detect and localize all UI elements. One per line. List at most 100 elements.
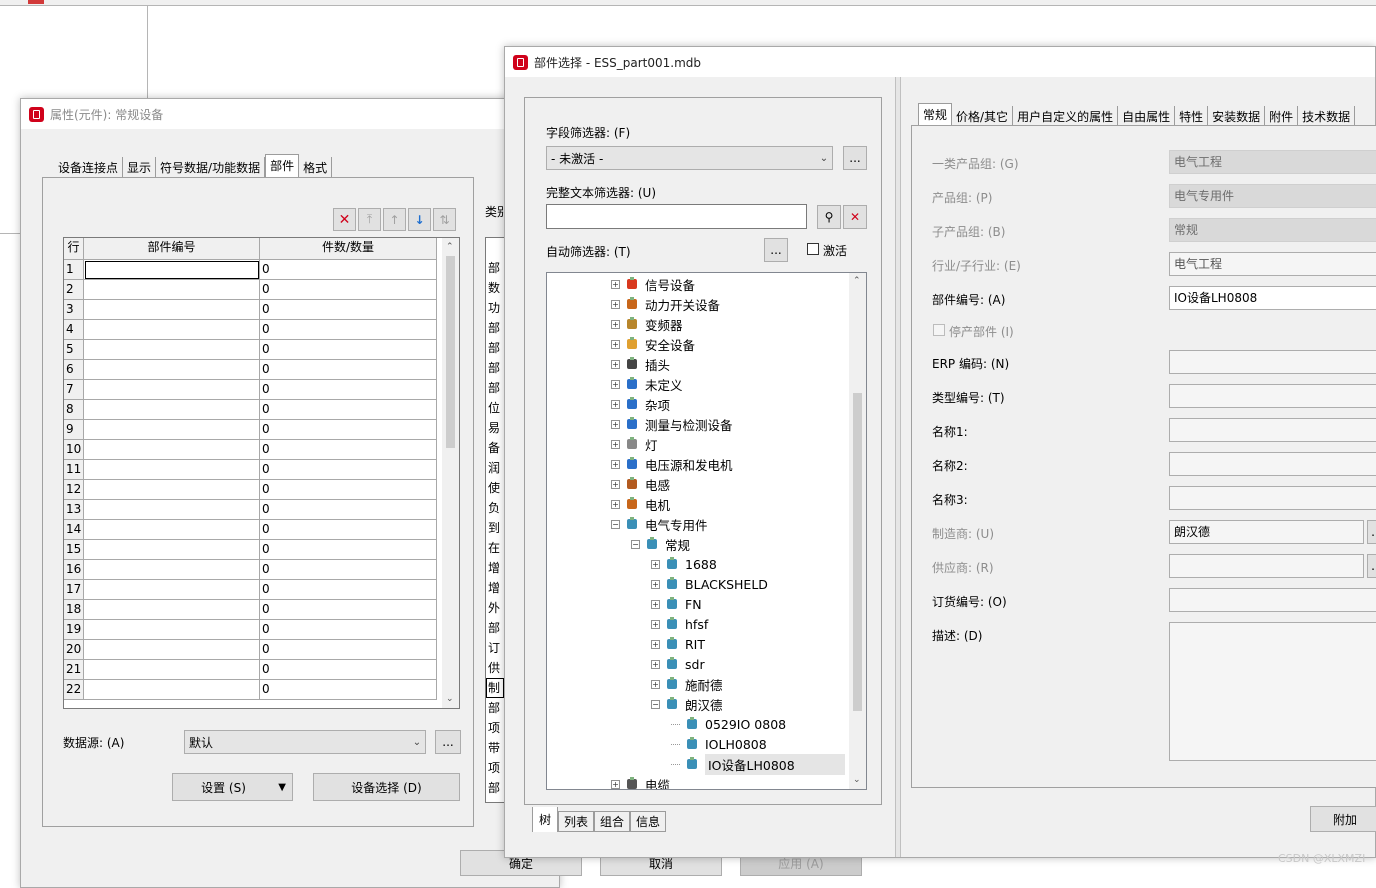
category-item[interactable]: 部 — [486, 698, 504, 718]
part-number-cell[interactable] — [84, 340, 260, 360]
column-header-part-number[interactable]: 部件编号 — [84, 238, 260, 260]
tab-device-connection[interactable]: 设备连接点 — [54, 157, 124, 178]
category-item[interactable]: 部 — [486, 618, 504, 638]
table-row[interactable]: 19 0 — [64, 620, 459, 640]
expand-icon[interactable]: + — [611, 459, 620, 469]
category-item[interactable]: 带 — [486, 738, 504, 758]
tree-node[interactable]: + FN — [651, 594, 702, 614]
tree-node[interactable]: + 安全设备 — [611, 334, 695, 354]
manufacturer-more-button[interactable]: . — [1367, 520, 1376, 544]
quantity-cell[interactable]: 0 — [260, 380, 437, 400]
quantity-cell[interactable]: 0 — [260, 320, 437, 340]
field-filter-select[interactable]: - 未激活 - ⌄ — [546, 146, 833, 170]
part-number-cell[interactable] — [84, 500, 260, 520]
name2-field[interactable] — [1169, 452, 1376, 476]
tree-node[interactable]: + RIT — [651, 634, 705, 654]
tree-scrollbar[interactable]: ⌃ ⌄ — [849, 273, 866, 789]
part-number-cell[interactable] — [84, 260, 260, 280]
tree-node[interactable]: + 施耐德 — [651, 674, 723, 694]
tree-node[interactable]: + 测量与检测设备 — [611, 414, 733, 434]
part-number-cell[interactable] — [84, 680, 260, 700]
tree-node[interactable]: + 信号设备 — [611, 274, 695, 294]
tab-technical-data[interactable]: 技术数据 — [1298, 106, 1356, 127]
part-number-cell[interactable] — [84, 360, 260, 380]
expand-icon[interactable]: + — [611, 439, 620, 449]
category-item[interactable]: 项 — [486, 718, 504, 738]
collapse-icon[interactable]: − — [651, 699, 660, 709]
category-item[interactable]: 订 — [486, 638, 504, 658]
quantity-cell[interactable]: 0 — [260, 580, 437, 600]
table-row[interactable]: 11 0 — [64, 460, 459, 480]
category-item[interactable]: 负 — [486, 498, 504, 518]
table-row[interactable]: 16 0 — [64, 560, 459, 580]
quantity-cell[interactable]: 0 — [260, 360, 437, 380]
sort-icon[interactable]: ⇅ — [433, 208, 456, 231]
expand-icon[interactable]: + — [611, 339, 620, 349]
expand-icon[interactable]: + — [611, 779, 620, 789]
tab-format[interactable]: 格式 — [299, 157, 333, 178]
tab-accessories[interactable]: 附件 — [1265, 106, 1299, 127]
tree-node[interactable]: + 插头 — [611, 354, 670, 374]
grid-scroll-thumb[interactable] — [446, 256, 455, 448]
expand-icon[interactable]: + — [651, 619, 660, 629]
grid-scrollbar[interactable]: ⌃ ⌄ — [442, 238, 459, 708]
category-item[interactable]: 部 — [486, 778, 504, 798]
expand-icon[interactable]: + — [651, 679, 660, 689]
device-select-button[interactable]: 设备选择 (D) — [313, 773, 460, 801]
table-row[interactable]: 14 0 — [64, 520, 459, 540]
category-item[interactable]: 部 — [486, 318, 504, 338]
expand-icon[interactable]: + — [651, 559, 660, 569]
erp-field[interactable] — [1169, 350, 1376, 374]
tree-node[interactable]: IO设备LH0808 — [671, 753, 845, 775]
tree-scroll-thumb[interactable] — [853, 393, 862, 711]
part-number-cell[interactable] — [84, 580, 260, 600]
table-row[interactable]: 10 0 — [64, 440, 459, 460]
table-row[interactable]: 17 0 — [64, 580, 459, 600]
part-number-cell[interactable] — [84, 280, 260, 300]
expand-icon[interactable]: + — [651, 659, 660, 669]
expand-icon[interactable]: + — [611, 399, 620, 409]
auto-filter-more-button[interactable]: ... — [764, 238, 788, 262]
tree-node[interactable]: + BLACKSHELD — [651, 574, 768, 594]
category-item[interactable]: 润 — [486, 458, 504, 478]
tree-node[interactable]: +1688 — [651, 554, 717, 574]
tree-node[interactable]: + hfsf — [651, 614, 708, 634]
category-item[interactable]: 增 — [486, 578, 504, 598]
tree-node[interactable]: + 变频器 — [611, 314, 683, 334]
collapse-icon[interactable]: − — [631, 539, 640, 549]
table-row[interactable]: 40 — [64, 320, 459, 340]
part-number-cell[interactable] — [84, 320, 260, 340]
tree-node[interactable]: + 电压源和发电机 — [611, 454, 733, 474]
table-row[interactable]: 22 0 — [64, 680, 459, 700]
tree-node[interactable]: + 未定义 — [611, 374, 683, 394]
tab-display[interactable]: 显示 — [123, 157, 157, 178]
discontinued-checkbox[interactable] — [933, 324, 945, 336]
part-number-field[interactable]: IO设备LH0808 — [1169, 286, 1376, 310]
part-number-cell[interactable] — [84, 620, 260, 640]
category-item[interactable]: 部 — [486, 378, 504, 398]
expand-icon[interactable]: + — [651, 579, 660, 589]
panel-splitter[interactable] — [895, 77, 901, 857]
part-number-cell[interactable] — [84, 300, 260, 320]
quantity-cell[interactable]: 0 — [260, 680, 437, 700]
tree-node[interactable]: − 常规 — [631, 534, 690, 554]
datasource-more-button[interactable]: ... — [435, 730, 461, 754]
expand-icon[interactable]: + — [611, 499, 620, 509]
quantity-cell[interactable]: 0 — [260, 540, 437, 560]
category-item[interactable]: 数 — [486, 278, 504, 298]
tree-node[interactable]: − 朗汉德 — [651, 694, 723, 714]
expand-icon[interactable]: + — [611, 479, 620, 489]
move-down-icon[interactable]: ↓ — [408, 208, 431, 231]
quantity-cell[interactable]: 0 — [260, 440, 437, 460]
collapse-icon[interactable]: − — [611, 519, 620, 529]
tab-free-properties[interactable]: 自由属性 — [1118, 106, 1176, 127]
quantity-cell[interactable]: 0 — [260, 460, 437, 480]
tree-node[interactable]: IOLH0808 — [671, 734, 767, 754]
delete-icon[interactable]: ✕ — [333, 208, 356, 231]
quantity-cell[interactable]: 0 — [260, 600, 437, 620]
part-number-cell[interactable] — [84, 420, 260, 440]
industry-field[interactable]: 电气工程 — [1169, 252, 1376, 276]
table-row[interactable]: 12 0 — [64, 480, 459, 500]
move-top-icon[interactable]: ⤒ — [358, 208, 381, 231]
part-number-cell[interactable] — [84, 380, 260, 400]
